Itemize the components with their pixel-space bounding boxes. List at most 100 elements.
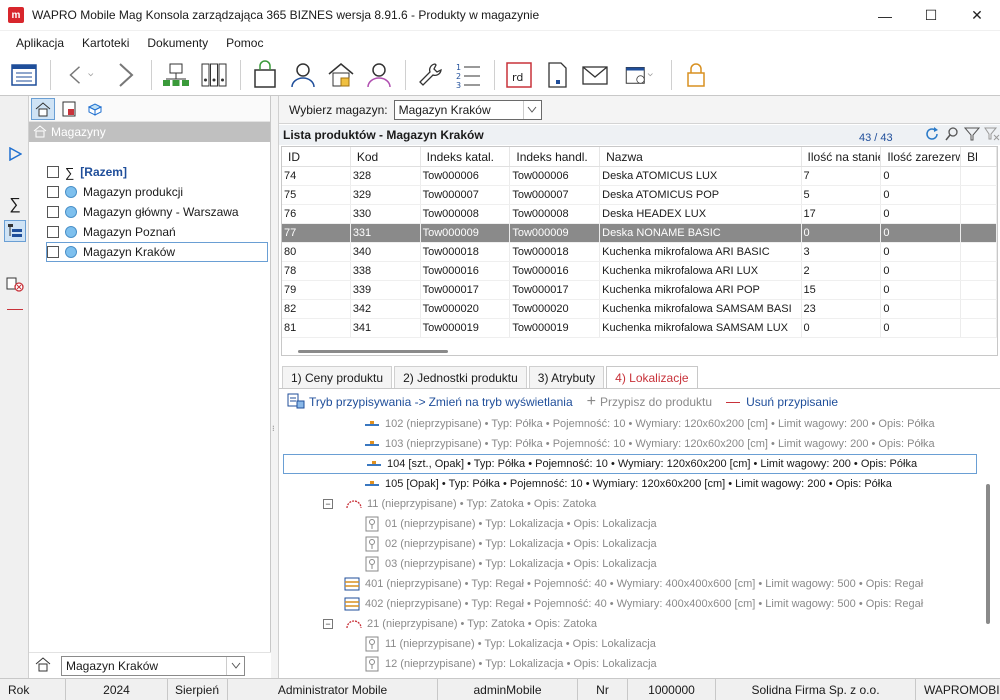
window-list-button[interactable] xyxy=(6,57,42,93)
location-tree-item[interactable]: 02 (nieprzypisane) • Typ: Lokalizacja • … xyxy=(363,534,657,554)
checkbox[interactable] xyxy=(47,206,59,218)
lock-button[interactable] xyxy=(678,57,714,93)
shelf-icon xyxy=(363,436,381,452)
calculator-tab[interactable] xyxy=(57,98,81,120)
column-header-ilosc-zarezerw[interactable]: Ilość zarezerw. xyxy=(881,147,962,166)
column-header-bl[interactable]: Bl xyxy=(961,147,997,166)
location-pin-icon xyxy=(363,516,381,532)
tree-item-magazyn-glowny[interactable]: Magazyn główny - Warszawa xyxy=(47,202,239,222)
tree-view-icon[interactable] xyxy=(4,220,26,242)
tab-lokalizacje[interactable]: 4) Lokalizacje xyxy=(606,366,698,388)
table-row[interactable]: 75 329 Tow000007 Tow000007 Deska ATOMICUS PO… xyxy=(282,186,997,205)
delete-filter-icon[interactable] xyxy=(4,273,26,295)
table-row[interactable]: 78 338 Tow000016 Tow000016 Kuchenka mikrofal… xyxy=(282,262,997,281)
remove-button[interactable]: Usuń przypisanie xyxy=(726,395,838,409)
table-row[interactable]: 81 341 Tow000019 Tow000019 Kuchenka mikrofal… xyxy=(282,319,997,338)
minus-icon[interactable] xyxy=(4,298,26,320)
refresh-icon[interactable] xyxy=(924,126,940,145)
forward-button[interactable] xyxy=(107,57,143,93)
document-button[interactable] xyxy=(539,57,575,93)
tree-item-magazyn-poznan[interactable]: Magazyn Poznań xyxy=(47,222,176,242)
menu-kartoteki[interactable]: Kartoteki xyxy=(73,36,138,50)
tab-ceny-produktu[interactable]: 1) Ceny produktu xyxy=(282,366,393,388)
filter-icon[interactable] xyxy=(963,126,981,145)
location-tree-item[interactable]: 03 (nieprzypisane) • Typ: Lokalizacja • … xyxy=(363,554,657,574)
customer-button[interactable] xyxy=(285,57,321,93)
checkbox[interactable] xyxy=(47,166,59,178)
menu-pomoc[interactable]: Pomoc xyxy=(217,36,272,50)
numbered-list-button[interactable]: 123 xyxy=(450,57,486,93)
maximize-button[interactable]: ☐ xyxy=(908,0,954,31)
binders-button[interactable] xyxy=(196,57,232,93)
collapse-toggle[interactable]: − xyxy=(323,499,333,509)
location-tree-item[interactable]: 01 (nieprzypisane) • Typ: Lokalizacja • … xyxy=(363,514,657,534)
warehouse-combo[interactable]: Magazyn Kraków xyxy=(61,655,245,676)
clear-filter-icon[interactable] xyxy=(984,126,1000,145)
column-header-indeks-handl[interactable]: Indeks handl. xyxy=(510,147,601,166)
chevron-down-icon[interactable] xyxy=(522,100,541,119)
table-row[interactable]: 77 331 Tow000009 Tow000009 Deska NONAME BASI… xyxy=(282,224,997,243)
location-tree-item[interactable]: 11 (nieprzypisane) • Typ: Lokalizacja • … xyxy=(363,634,656,654)
tab-jednostki-produktu[interactable]: 2) Jednostki produktu xyxy=(394,366,527,388)
location-tree-item[interactable]: 103 (nieprzypisane) • Typ: Półka • Pojem… xyxy=(363,434,935,454)
tree-item-magazyn-krakow[interactable]: Magazyn Kraków xyxy=(46,242,268,262)
table-cell: Kuchenka mikrofalowa SAMSAM LUX xyxy=(600,319,802,337)
play-icon[interactable] xyxy=(4,143,26,165)
checkbox[interactable] xyxy=(47,226,59,238)
home-tab[interactable] xyxy=(31,97,55,120)
checkbox[interactable] xyxy=(47,186,59,198)
list-tools xyxy=(924,126,1000,145)
column-header-nazwa[interactable]: Nazwa xyxy=(600,147,802,166)
calendar-button[interactable] xyxy=(615,57,663,93)
table-row[interactable]: 76 330 Tow000008 Tow000008 Deska HEADEX LUX 1… xyxy=(282,205,997,224)
horizontal-scrollbar[interactable] xyxy=(298,350,448,353)
column-header-kod[interactable]: Kod xyxy=(351,147,421,166)
table-row[interactable]: 74 328 Tow000006 Tow000006 Deska ATOMICUS LU… xyxy=(282,167,997,186)
warehouse-button[interactable] xyxy=(323,57,359,93)
table-row[interactable]: 79 339 Tow000017 Tow000017 Kuchenka mikrofal… xyxy=(282,281,997,300)
warehouse-select[interactable]: Magazyn Kraków xyxy=(393,99,542,120)
column-header-indeks-katal[interactable]: Indeks katal. xyxy=(421,147,511,166)
location-tree-item[interactable]: 12 (nieprzypisane) • Typ: Lokalizacja • … xyxy=(363,654,657,674)
location-tree-item[interactable]: − 21 (nieprzypisane) • Typ: Zatoka • Opis… xyxy=(323,614,597,634)
panel-splitter[interactable]: ⁝ xyxy=(271,96,279,678)
box-tab[interactable] xyxy=(83,98,107,120)
back-button[interactable] xyxy=(57,57,105,93)
tree-item-razem[interactable]: ∑ [Razem] xyxy=(47,162,127,182)
email-button[interactable] xyxy=(577,57,613,93)
column-header-id[interactable]: ID xyxy=(282,147,351,166)
location-tree-item[interactable]: 104 [szt., Opak] • Typ: Półka • Pojemnoś… xyxy=(283,454,977,474)
location-tree-item[interactable]: 102 (nieprzypisane) • Typ: Półka • Pojem… xyxy=(363,414,935,434)
sum-icon[interactable]: ∑ xyxy=(4,194,26,216)
menu-dokumenty[interactable]: Dokumenty xyxy=(138,36,217,50)
menu-aplikacja[interactable]: Aplikacja xyxy=(0,36,73,50)
rd-document-button[interactable]: rd xyxy=(501,57,537,93)
location-tree-item[interactable]: 402 (nieprzypisane) • Typ: Regał • Pojem… xyxy=(343,594,923,614)
location-tree-item[interactable]: − 11 (nieprzypisane) • Typ: Zatoka • Opis… xyxy=(323,494,596,514)
shopping-bag-button[interactable] xyxy=(247,57,283,93)
assign-button[interactable]: + Przypisz do produktu xyxy=(587,393,712,411)
tab-atrybuty[interactable]: 3) Atrybuty xyxy=(528,366,605,388)
collapse-toggle[interactable]: − xyxy=(323,619,333,629)
column-header-ilosc-na-stanie[interactable]: Ilość na stanie xyxy=(802,147,882,166)
table-cell: 0 xyxy=(881,167,962,185)
chevron-down-icon[interactable] xyxy=(226,656,244,675)
close-button[interactable]: ✕ xyxy=(954,0,1000,31)
users-button[interactable] xyxy=(361,57,397,93)
network-button[interactable] xyxy=(158,57,194,93)
minimize-button[interactable]: — xyxy=(862,0,908,31)
location-tree-item[interactable]: 105 [Opak] • Typ: Półka • Pojemność: 10 … xyxy=(363,474,892,494)
checkbox[interactable] xyxy=(47,246,59,258)
table-row[interactable]: 82 342 Tow000020 Tow000020 Kuchenka mikrofal… xyxy=(282,300,997,319)
location-tree-item[interactable]: 401 (nieprzypisane) • Typ: Regał • Pojem… xyxy=(343,574,923,594)
location-label: 402 (nieprzypisane) • Typ: Regał • Pojem… xyxy=(365,598,924,610)
switch-mode-link[interactable]: Zmień na tryb wyświetlania xyxy=(429,395,573,409)
window-controls: — ☐ ✕ xyxy=(862,0,1000,31)
table-row[interactable]: 80 340 Tow000018 Tow000018 Kuchenka mikrofal… xyxy=(282,243,997,262)
search-icon[interactable] xyxy=(944,126,960,145)
table-cell: Tow000006 xyxy=(510,167,601,185)
mode-toggle[interactable]: Tryb przypisywania -> Zmień na tryb wyśw… xyxy=(287,393,573,412)
settings-button[interactable] xyxy=(412,57,448,93)
tree-item-magazyn-produkcji[interactable]: Magazyn produkcji xyxy=(47,182,183,202)
vertical-scrollbar[interactable] xyxy=(986,484,990,624)
